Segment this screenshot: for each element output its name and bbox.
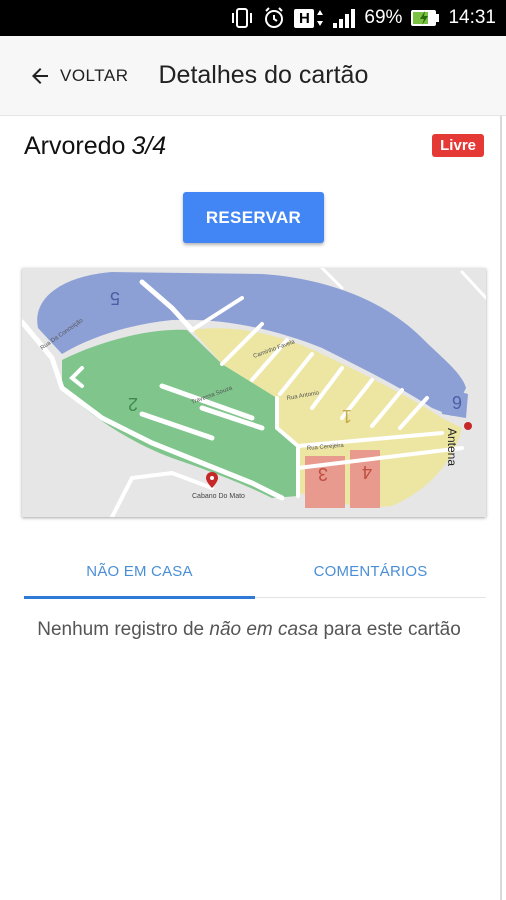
vibrate-icon bbox=[230, 7, 254, 29]
battery-percent: 69% bbox=[364, 7, 403, 28]
app-bar: VOLTAR Detalhes do cartão bbox=[0, 36, 506, 116]
zone-label-3: 3 bbox=[318, 464, 328, 484]
tab-comments[interactable]: COMENTÁRIOS bbox=[255, 546, 486, 597]
back-arrow-icon bbox=[32, 67, 48, 84]
tab-not-home[interactable]: NÃO EM CASA bbox=[24, 546, 255, 599]
tab-bar: NÃO EM CASA COMENTÁRIOS bbox=[24, 546, 486, 599]
card-name: Arvoredo bbox=[24, 132, 126, 160]
status-badge: Livre bbox=[432, 134, 484, 157]
alarm-icon bbox=[262, 6, 286, 30]
zone-label-4: 4 bbox=[362, 462, 372, 482]
territory-map[interactable]: 5 2 1 3 4 6 Rua Da Conceição Caminho Fav… bbox=[22, 268, 486, 517]
page-title: Detalhes do cartão bbox=[158, 61, 369, 89]
zone-label-5: 5 bbox=[110, 288, 120, 308]
zone-label-6: 6 bbox=[452, 392, 462, 412]
back-button[interactable]: VOLTAR bbox=[28, 56, 129, 96]
network-h-icon: H bbox=[294, 8, 324, 28]
empty-state-emphasis: não em casa bbox=[209, 619, 319, 640]
card-details: Arvoredo 3/4 Livre RESERVAR 5 2 1 3 4 6 … bbox=[0, 116, 500, 900]
status-bar: H 69% 14:31 bbox=[0, 0, 506, 36]
zone-label-1: 1 bbox=[342, 406, 352, 426]
signal-icon bbox=[332, 7, 356, 29]
network-badge: H bbox=[294, 8, 315, 28]
battery-charging-icon bbox=[410, 8, 440, 28]
empty-state-message: Nenhum registro de não em casa para este… bbox=[24, 616, 474, 643]
zone-label-2: 2 bbox=[128, 394, 138, 414]
empty-state-suffix: para este cartão bbox=[323, 619, 461, 640]
card-title: Arvoredo 3/4 bbox=[24, 132, 166, 161]
landmark-label: Antena bbox=[445, 428, 459, 466]
back-label: VOLTAR bbox=[60, 65, 129, 85]
reserve-button[interactable]: RESERVAR bbox=[183, 192, 324, 243]
clock: 14:31 bbox=[448, 7, 496, 28]
empty-state-prefix: Nenhum registro de bbox=[37, 619, 205, 640]
antenna-marker-icon bbox=[464, 422, 472, 430]
scroll-edge bbox=[500, 116, 506, 900]
card-number: 3/4 bbox=[131, 132, 167, 160]
place-label: Cabano Do Mato bbox=[192, 493, 245, 500]
